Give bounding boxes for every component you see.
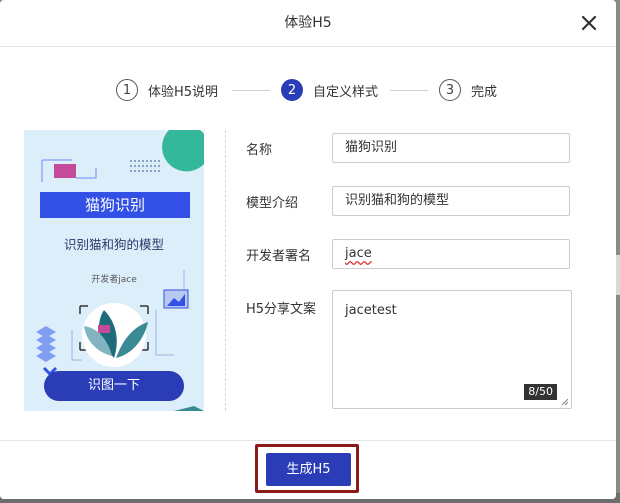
step-1: 1 体验H5说明 (116, 77, 218, 103)
preview-author: 开发者jace (91, 275, 137, 285)
preview-title: 猫狗识别 (40, 192, 190, 218)
step-connector (390, 90, 428, 91)
h5-preview: 猫狗识别 识别猫和狗的模型 开发者jace 识图一下 (24, 130, 204, 411)
name-label: 名称 (246, 143, 273, 158)
name-input[interactable]: 猫狗识别 (332, 133, 570, 163)
step-1-number: 1 (116, 79, 138, 101)
preview-description: 识别猫和狗的模型 (63, 237, 164, 252)
preview-illustration (36, 130, 204, 411)
step-connector (232, 90, 270, 91)
intro-label: 模型介绍 (246, 196, 299, 211)
step-3-label: 完成 (471, 84, 498, 100)
dialog-header: 体验H5 (0, 0, 616, 47)
steps-indicator: 1 体验H5说明 2 自定义样式 3 完成 (0, 77, 616, 103)
share-textarea[interactable]: jacetest 8/50 (332, 290, 572, 409)
step-3-number: 3 (439, 79, 461, 101)
share-value: jacetest (345, 303, 397, 318)
signature-input[interactable]: jace (332, 239, 570, 269)
signature-label: 开发者署名 (246, 249, 312, 264)
char-counter: 8/50 (524, 384, 557, 400)
close-icon[interactable] (578, 12, 600, 34)
step-2: 2 自定义样式 (281, 77, 378, 103)
step-1-label: 体验H5说明 (148, 84, 219, 100)
step-2-label: 自定义样式 (313, 84, 379, 100)
share-label: H5分享文案 (246, 302, 317, 317)
dialog: 体验H5 1 体验H5说明 2 自定义样式 3 完成 猫狗识别 识别猫和狗的模型… (0, 0, 616, 499)
intro-input[interactable]: 识别猫和狗的模型 (332, 186, 570, 216)
vertical-divider (225, 130, 226, 411)
preview-recognize-button: 识图一下 (44, 371, 184, 401)
dialog-title: 体验H5 (284, 15, 332, 31)
resize-handle-icon[interactable] (561, 398, 569, 406)
generate-h5-button[interactable]: 生成H5 (266, 453, 351, 486)
step-2-number: 2 (281, 79, 303, 101)
signature-value: jace (345, 246, 372, 261)
step-3: 3 完成 (439, 77, 497, 103)
